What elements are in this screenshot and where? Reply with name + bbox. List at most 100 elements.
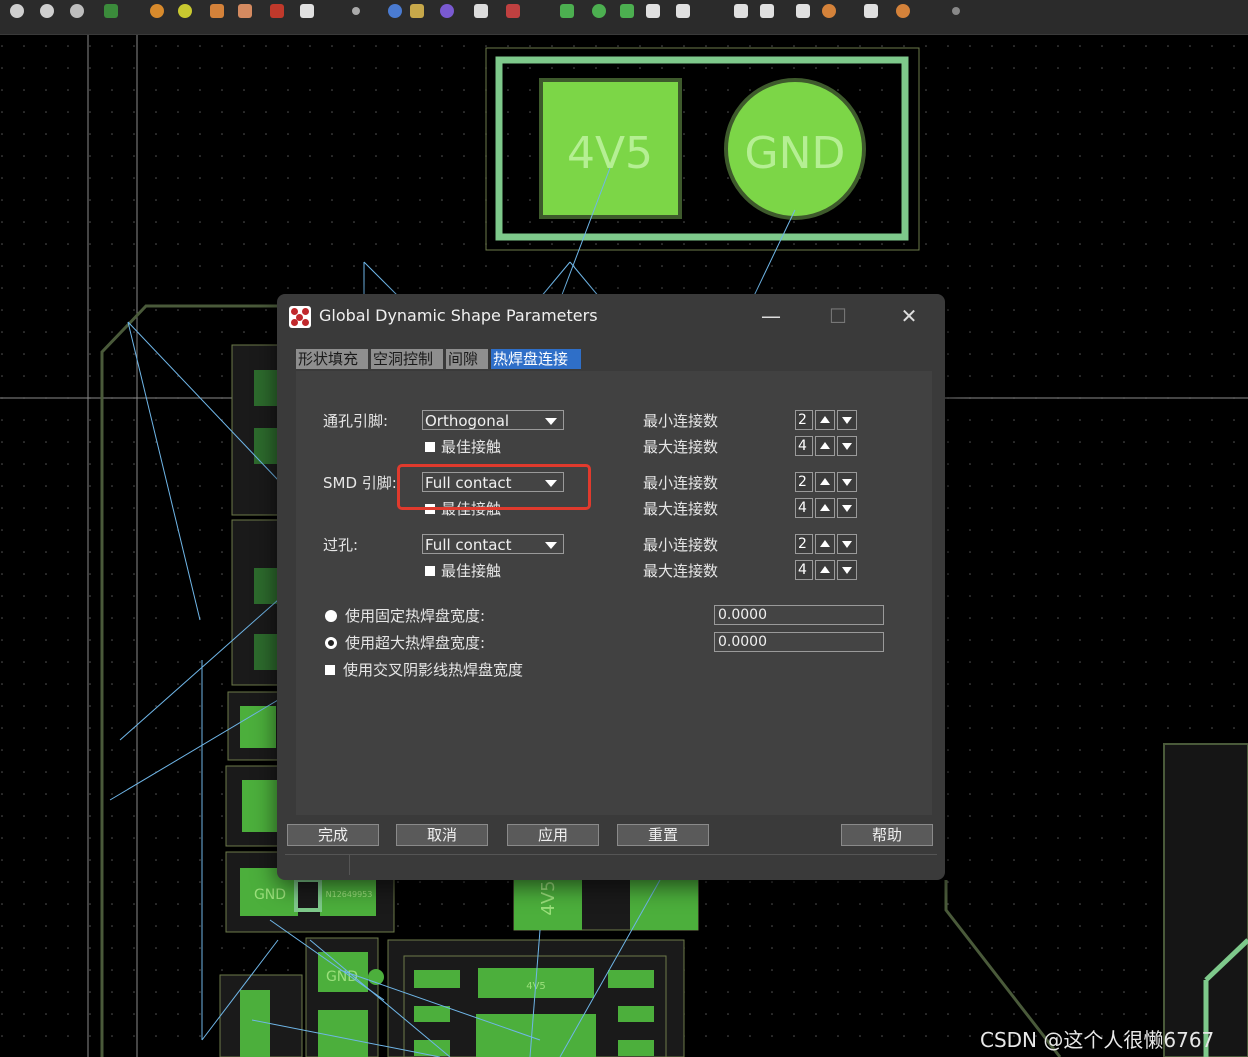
vias-best-contact-label: 最佳接触 <box>441 562 502 580</box>
thru-pins-min-down-button[interactable] <box>837 410 857 430</box>
palette-icon[interactable] <box>150 4 164 18</box>
cancel-button[interactable]: 取消 <box>396 824 488 846</box>
chevron-down-icon <box>545 542 557 549</box>
crosshatch-width-label: 使用交叉阴影线热焊盘宽度 <box>343 661 524 679</box>
pad-label-4v5: 4V5 <box>567 128 653 179</box>
vias-min-down-button[interactable] <box>837 534 857 554</box>
csdn-watermark: CSDN @这个人很懒6767 <box>980 1028 1215 1052</box>
pcb-small-label-gnd-2: GND <box>326 969 358 985</box>
app-logo-icon <box>289 306 311 328</box>
probe-icon[interactable] <box>822 4 836 18</box>
smd-pins-max-up-button[interactable] <box>815 498 835 518</box>
smd-pins-min-value[interactable]: 2 <box>795 472 813 492</box>
thru-pins-combo-value: Orthogonal <box>425 412 510 430</box>
vias-min-up-button[interactable] <box>815 534 835 554</box>
thru-pins-best-contact-checkbox[interactable] <box>425 442 435 452</box>
smd-pins-max-label: 最大连接数 <box>643 500 719 518</box>
add-pin-icon[interactable] <box>592 4 606 18</box>
fixed-width-radio[interactable] <box>325 610 337 622</box>
fixed-width-label: 使用固定热焊盘宽度: <box>345 607 486 625</box>
dialog-status-bar <box>285 854 937 875</box>
chevron-down-icon <box>545 418 557 425</box>
copy-icon[interactable] <box>734 4 748 18</box>
smd-pins-max-value[interactable]: 4 <box>795 498 813 518</box>
reset-button[interactable]: 重置 <box>617 824 709 846</box>
zoom-fit-icon[interactable] <box>40 4 54 18</box>
smd-pins-min-down-button[interactable] <box>837 472 857 492</box>
vias-label: 过孔: <box>323 536 359 554</box>
thru-pins-combo[interactable]: Orthogonal <box>422 410 564 430</box>
close-button[interactable]: ✕ <box>889 302 929 330</box>
settings-icon[interactable] <box>896 4 910 18</box>
snap-icon[interactable] <box>474 4 488 18</box>
thru-pins-max-down-button[interactable] <box>837 436 857 456</box>
status-separator <box>349 855 350 875</box>
crosshatch-width-checkbox[interactable] <box>325 665 335 675</box>
chart-icon[interactable] <box>410 4 424 18</box>
oversize-width-label: 使用超大热焊盘宽度: <box>345 634 486 652</box>
dot-icon[interactable] <box>352 7 360 15</box>
dialog-titlebar[interactable]: Global Dynamic Shape Parameters — ☐ ✕ <box>277 294 945 338</box>
pcb-small-label-gnd-1: GND <box>254 887 286 903</box>
tab-clearance[interactable]: 间隙 <box>446 349 488 369</box>
tab-shape-fill[interactable]: 形状填充 <box>296 349 368 369</box>
chart-line-icon[interactable] <box>676 4 690 18</box>
apply-button[interactable]: 应用 <box>507 824 599 846</box>
vias-combo-value: Full contact <box>425 536 512 554</box>
tab-void-control[interactable]: 空洞控制 <box>371 349 443 369</box>
minimize-button[interactable]: — <box>751 302 791 330</box>
vias-max-value[interactable]: 4 <box>795 560 813 580</box>
vias-max-label: 最大连接数 <box>643 562 719 580</box>
brush-icon[interactable] <box>210 4 224 18</box>
thru-pins-label: 通孔引脚: <box>323 412 389 430</box>
thru-pins-min-value[interactable]: 2 <box>795 410 813 430</box>
smd-pins-min-up-button[interactable] <box>815 472 835 492</box>
add-net-icon[interactable] <box>620 4 634 18</box>
maximize-button[interactable]: ☐ <box>818 302 858 330</box>
board-icon[interactable] <box>300 4 314 18</box>
zoom-icon[interactable] <box>10 4 24 18</box>
grid-icon[interactable] <box>270 4 284 18</box>
global-dynamic-shape-parameters-dialog: Global Dynamic Shape Parameters — ☐ ✕ 形状… <box>277 294 945 880</box>
pcb-small-label-4v5: 4V5 <box>538 880 559 915</box>
thru-pins-best-contact-label: 最佳接触 <box>441 438 502 456</box>
info-icon[interactable] <box>388 4 402 18</box>
oversize-width-input[interactable]: 0.0000 <box>714 632 884 652</box>
shape-icon[interactable] <box>238 4 252 18</box>
smd-pins-highlight-annotation <box>397 464 591 510</box>
help-button[interactable]: 帮助 <box>841 824 933 846</box>
thru-pins-min-label: 最小连接数 <box>643 412 719 430</box>
vias-max-down-button[interactable] <box>837 560 857 580</box>
pad-label-gnd: GND <box>745 128 846 179</box>
vias-max-up-button[interactable] <box>815 560 835 580</box>
delete-icon[interactable] <box>760 4 774 18</box>
add-via-icon[interactable] <box>560 4 574 18</box>
layers-icon[interactable] <box>104 4 118 18</box>
smd-pins-min-label: 最小连接数 <box>643 474 719 492</box>
route-icon[interactable] <box>440 4 454 18</box>
color-wheel-icon[interactable] <box>178 4 192 18</box>
window-icon[interactable] <box>646 4 660 18</box>
dialog-title: Global Dynamic Shape Parameters <box>319 306 598 325</box>
main-toolbar <box>0 0 1248 35</box>
vias-min-label: 最小连接数 <box>643 536 719 554</box>
thru-pins-max-value[interactable]: 4 <box>795 436 813 456</box>
tab-thermal-relief-connects[interactable]: 热焊盘连接 <box>491 349 581 369</box>
move-icon[interactable] <box>796 4 810 18</box>
thru-pins-max-label: 最大连接数 <box>643 438 719 456</box>
dot-end-icon[interactable] <box>952 7 960 15</box>
thru-pins-min-up-button[interactable] <box>815 410 835 430</box>
vias-combo[interactable]: Full contact <box>422 534 564 554</box>
pcb-small-label-net: N12649953 <box>326 890 373 899</box>
smd-pins-label: SMD 引脚: <box>323 474 397 492</box>
drc-icon[interactable] <box>506 4 520 18</box>
vias-best-contact-checkbox[interactable] <box>425 566 435 576</box>
thru-pins-max-up-button[interactable] <box>815 436 835 456</box>
refresh-icon[interactable] <box>70 4 84 18</box>
report-icon[interactable] <box>864 4 878 18</box>
vias-min-value[interactable]: 2 <box>795 534 813 554</box>
fixed-width-input[interactable]: 0.0000 <box>714 605 884 625</box>
oversize-width-radio[interactable] <box>325 637 337 649</box>
smd-pins-max-down-button[interactable] <box>837 498 857 518</box>
ok-button[interactable]: 完成 <box>287 824 379 846</box>
